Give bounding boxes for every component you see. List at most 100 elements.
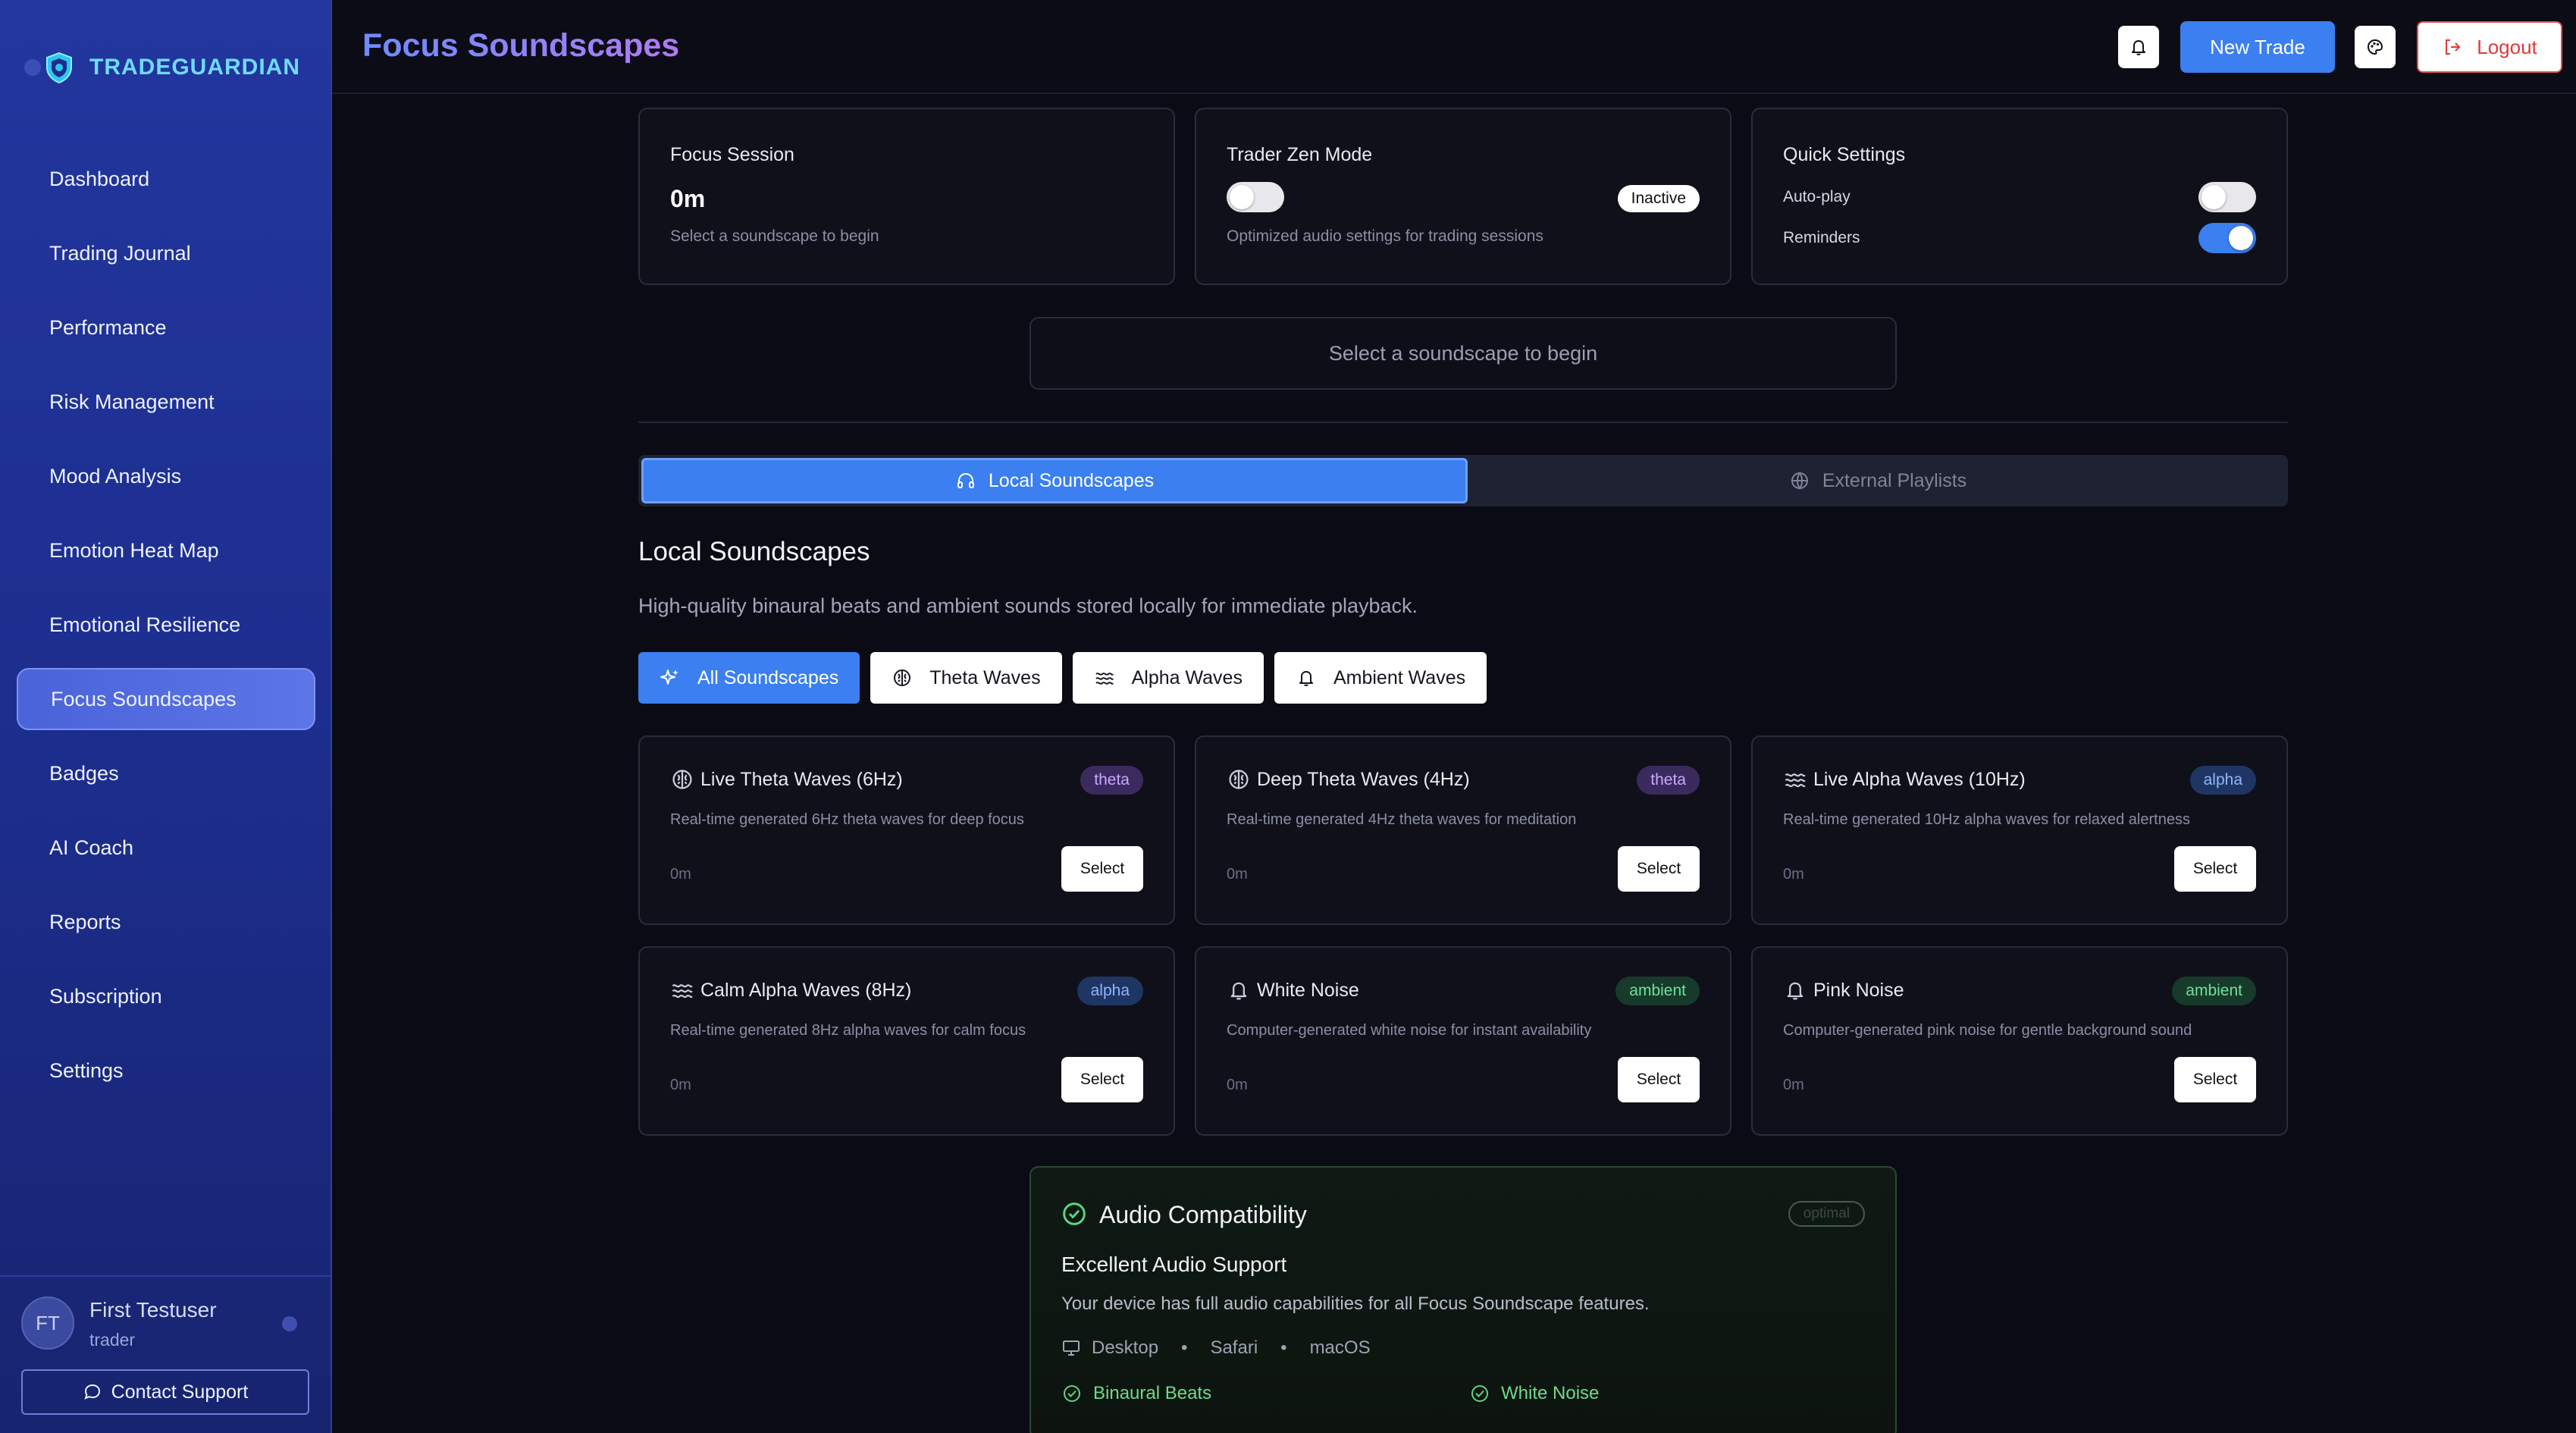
filter-alpha-waves[interactable]: Alpha Waves [1072, 652, 1264, 704]
theme-button[interactable] [2355, 26, 2396, 68]
soundscape-duration: 0m [1783, 1077, 1804, 1093]
compat-title: Audio Compatibility [1099, 1201, 1307, 1228]
soundscape-description: Real-time generated 8Hz alpha waves for … [670, 1022, 1026, 1039]
zen-mode-subtitle: Optimized audio settings for trading ses… [1227, 227, 1543, 245]
sidebar-item-risk-management[interactable]: Risk Management [17, 371, 315, 433]
select-button[interactable]: Select [1618, 846, 1700, 892]
feature-label: Binaural Beats [1093, 1383, 1212, 1403]
feature-binaural-beats: Binaural Beats [1061, 1383, 1211, 1404]
user-role: trader [89, 1330, 136, 1350]
sidebar-item-subscription[interactable]: Subscription [17, 965, 315, 1027]
soundscape-badge: alpha [2189, 766, 2256, 795]
soundscape-badge: theta [1637, 766, 1700, 795]
notifications-button[interactable] [2118, 26, 2159, 68]
soundscape-title: Live Theta Waves (6Hz) [700, 769, 903, 790]
user-name: First Testuser [89, 1298, 217, 1322]
zen-mode-card: Trader Zen Mode Inactive Optimized audio… [1195, 108, 1731, 285]
local-heading: Local Soundscapes [638, 537, 870, 566]
brand[interactable]: TRADEGUARDIAN [21, 33, 309, 102]
logout-button[interactable]: Logout [2417, 21, 2562, 73]
avatar[interactable]: FT [21, 1297, 74, 1350]
contact-support-label: Contact Support [111, 1381, 249, 1403]
bell-icon [1783, 978, 1807, 1002]
select-button[interactable]: Select [1061, 1057, 1143, 1102]
sidebar-item-reports[interactable]: Reports [17, 891, 315, 953]
filter-ambient-waves[interactable]: Ambient Waves [1274, 652, 1487, 704]
soundscape-card-live-alpha[interactable]: Live Alpha Waves (10Hz) alpha Real-time … [1751, 735, 2288, 925]
filter-theta-waves[interactable]: Theta Waves [870, 652, 1062, 704]
headphones-icon [955, 470, 976, 491]
contact-support-button[interactable]: Contact Support [21, 1369, 309, 1415]
focus-session-card: Focus Session 0m Select a soundscape to … [638, 108, 1175, 285]
sidebar-item-ai-coach[interactable]: AI Coach [17, 817, 315, 879]
brain-icon [670, 767, 694, 792]
quick-settings-title: Quick Settings [1783, 144, 1906, 165]
user-box: FT First Testuser trader Contact Support [0, 1275, 331, 1433]
player-placeholder: Select a soundscape to begin [1029, 317, 1897, 390]
check-circle-icon [1061, 1201, 1087, 1227]
logout-label: Logout [2477, 35, 2537, 58]
new-trade-button[interactable]: New Trade [2180, 21, 2335, 73]
page-title: Focus Soundscapes [362, 27, 680, 64]
soundscape-title: Calm Alpha Waves (8Hz) [700, 980, 912, 1001]
autoplay-toggle[interactable] [2198, 182, 2256, 212]
sidebar-nav: Dashboard Trading Journal Performance Ri… [17, 148, 315, 1114]
sidebar-item-performance[interactable]: Performance [17, 296, 315, 359]
sidebar-item-dashboard[interactable]: Dashboard [17, 148, 315, 210]
tab-local-label: Local Soundscapes [988, 469, 1155, 491]
reminders-toggle[interactable] [2198, 223, 2256, 253]
sidebar: TRADEGUARDIAN Dashboard Trading Journal … [0, 0, 332, 1433]
soundscape-badge: ambient [1615, 977, 1700, 1005]
select-button[interactable]: Select [1618, 1057, 1700, 1102]
waves-icon [1094, 667, 1115, 688]
feature-white-noise: White Noise [1469, 1383, 1599, 1404]
sidebar-item-focus-soundscapes[interactable]: Focus Soundscapes [17, 668, 315, 730]
sidebar-item-mood-analysis[interactable]: Mood Analysis [17, 445, 315, 507]
soundscape-description: Computer-generated pink noise for gentle… [1783, 1022, 2192, 1039]
select-button[interactable]: Select [2174, 1057, 2256, 1102]
soundscape-card-deep-theta[interactable]: Deep Theta Waves (4Hz) theta Real-time g… [1195, 735, 1731, 925]
soundscape-description: Real-time generated 4Hz theta waves for … [1227, 811, 1577, 828]
soundscape-card-live-theta[interactable]: Live Theta Waves (6Hz) theta Real-time g… [638, 735, 1175, 925]
separator-dot: • [1280, 1337, 1287, 1358]
filter-bar: All Soundscapes Theta Waves Alpha Waves … [638, 652, 1487, 704]
soundscape-duration: 0m [1227, 866, 1248, 883]
sidebar-item-trading-journal[interactable]: Trading Journal [17, 222, 315, 284]
brain-icon [892, 667, 913, 688]
soundscape-duration: 0m [670, 866, 691, 883]
feature-label: White Noise [1501, 1383, 1600, 1403]
local-description: High-quality binaural beats and ambient … [638, 594, 1418, 617]
compat-description: Your device has full audio capabilities … [1061, 1293, 1650, 1314]
filter-alpha-label: Alpha Waves [1131, 666, 1243, 688]
soundscape-card-pink-noise[interactable]: Pink Noise ambient Computer-generated pi… [1751, 946, 2288, 1136]
device-info: Desktop • Safari • macOS [1061, 1337, 1371, 1359]
soundscape-card-white-noise[interactable]: White Noise ambient Computer-generated w… [1195, 946, 1731, 1136]
sparkles-icon [660, 667, 681, 688]
soundscape-description: Real-time generated 10Hz alpha waves for… [1783, 811, 2190, 828]
sidebar-item-settings[interactable]: Settings [17, 1039, 315, 1102]
source-tabs: Local Soundscapes External Playlists [638, 455, 2288, 506]
separator-dot: • [1181, 1337, 1188, 1358]
sidebar-item-emotional-resilience[interactable]: Emotional Resilience [17, 594, 315, 656]
soundscape-card-calm-alpha[interactable]: Calm Alpha Waves (8Hz) alpha Real-time g… [638, 946, 1175, 1136]
tab-local-soundscapes[interactable]: Local Soundscapes [641, 458, 1468, 503]
tab-external-playlists[interactable]: External Playlists [1468, 455, 2288, 506]
select-button[interactable]: Select [2174, 846, 2256, 892]
focus-session-title: Focus Session [670, 144, 794, 165]
soundscape-badge: alpha [1076, 977, 1143, 1005]
focus-session-subtitle: Select a soundscape to begin [670, 227, 879, 245]
sidebar-item-emotion-heat-map[interactable]: Emotion Heat Map [17, 519, 315, 582]
palette-icon [2365, 37, 2385, 57]
select-button[interactable]: Select [1061, 846, 1143, 892]
soundscape-title: Pink Noise [1813, 980, 1904, 1001]
logout-icon [2442, 36, 2463, 58]
filter-ambient-label: Ambient Waves [1333, 666, 1466, 688]
soundscape-badge: ambient [2172, 977, 2256, 1005]
filter-all-soundscapes[interactable]: All Soundscapes [638, 652, 860, 704]
toggle-knob [1230, 185, 1254, 209]
zen-mode-toggle[interactable] [1227, 182, 1284, 212]
quick-settings-card: Quick Settings Auto-play Reminders [1751, 108, 2288, 285]
sidebar-item-badges[interactable]: Badges [17, 742, 315, 804]
reminders-label: Reminders [1783, 229, 1860, 246]
shield-logo-icon [42, 51, 76, 84]
